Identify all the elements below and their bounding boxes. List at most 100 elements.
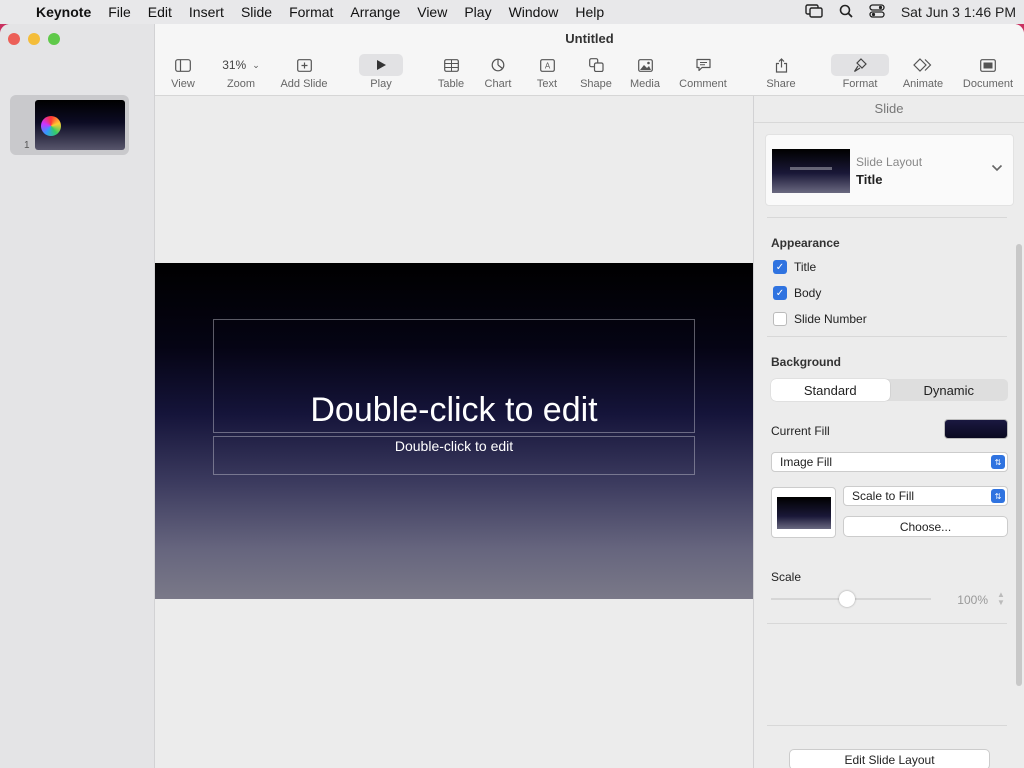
chevron-down-icon: ⌄ bbox=[252, 59, 260, 70]
photo-icon bbox=[627, 54, 663, 76]
add-slide-button[interactable]: Add Slide bbox=[277, 54, 331, 90]
scale-mode-value: Scale to Fill bbox=[852, 489, 915, 503]
inspector-scrollbar[interactable] bbox=[1016, 244, 1022, 686]
fill-type-popup[interactable]: Image Fill ⇅ bbox=[771, 452, 1008, 472]
add-slide-icon bbox=[277, 54, 331, 76]
shape-icon bbox=[578, 54, 614, 76]
zoom-button[interactable]: 31% ⌄ Zoom bbox=[213, 54, 269, 90]
current-fill-label: Current Fill bbox=[771, 424, 830, 438]
slide[interactable]: Double-click to edit Double-click to edi… bbox=[155, 263, 753, 599]
inspector-header: Slide bbox=[754, 96, 1024, 123]
text-box-icon: A bbox=[533, 54, 561, 76]
play-icon bbox=[359, 54, 403, 76]
slide-thumbnail-1[interactable]: 1 bbox=[10, 95, 129, 155]
share-button[interactable]: Share bbox=[763, 54, 799, 90]
body-checkbox-label: Body bbox=[794, 286, 822, 300]
scale-slider-knob[interactable] bbox=[839, 591, 855, 607]
play-button[interactable]: Play bbox=[359, 54, 403, 90]
window-controls bbox=[8, 33, 60, 45]
document-title: Untitled bbox=[565, 31, 614, 46]
current-fill-swatch[interactable] bbox=[944, 419, 1008, 439]
toolbar: Untitled View 31% ⌄ Zoom Add Slide Play T… bbox=[155, 24, 1024, 96]
slide-body-placeholder[interactable]: Double-click to edit bbox=[213, 436, 695, 475]
chart-button[interactable]: Chart bbox=[482, 54, 514, 90]
media-button[interactable]: Media bbox=[627, 54, 663, 90]
minimize-window-button[interactable] bbox=[28, 33, 40, 45]
image-fill-well[interactable] bbox=[771, 487, 836, 538]
menu-edit[interactable]: Edit bbox=[148, 4, 172, 20]
share-icon bbox=[763, 54, 799, 76]
menu-arrange[interactable]: Arrange bbox=[350, 4, 400, 20]
menu-window[interactable]: Window bbox=[509, 4, 559, 20]
slide-thumbnail-image bbox=[35, 100, 125, 150]
menu-bar: Keynote File Edit Insert Slide Format Ar… bbox=[0, 0, 1024, 24]
view-button[interactable]: View bbox=[169, 54, 197, 90]
menu-slide[interactable]: Slide bbox=[241, 4, 272, 20]
menu-bar-clock[interactable]: Sat Jun 3 1:46 PM bbox=[901, 4, 1016, 20]
comment-button[interactable]: Comment bbox=[675, 54, 731, 90]
control-center-icon[interactable] bbox=[869, 3, 885, 21]
appearance-heading: Appearance bbox=[771, 236, 840, 250]
screen-mirroring-icon[interactable] bbox=[805, 3, 823, 21]
background-mode-segmented-control: Standard Dynamic bbox=[771, 379, 1008, 401]
slide-layout-value: Title bbox=[856, 172, 883, 187]
fullscreen-window-button[interactable] bbox=[48, 33, 60, 45]
scale-value-field[interactable]: 100% bbox=[942, 590, 992, 608]
fill-type-value: Image Fill bbox=[780, 455, 833, 469]
slide-layout-thumbnail bbox=[772, 149, 850, 193]
slide-layout-label: Slide Layout bbox=[856, 155, 923, 169]
divider bbox=[767, 623, 1007, 624]
menu-view[interactable]: View bbox=[417, 4, 447, 20]
background-heading: Background bbox=[771, 355, 842, 369]
keynote-window: 1 Untitled View 31% ⌄ Zoom Add Slide Play… bbox=[0, 24, 1024, 768]
title-checkbox-row[interactable]: ✓ Title bbox=[773, 260, 816, 274]
standard-segment[interactable]: Standard bbox=[771, 379, 890, 401]
slide-canvas[interactable]: Double-click to edit Double-click to edi… bbox=[155, 96, 753, 768]
table-icon bbox=[435, 54, 467, 76]
menu-help[interactable]: Help bbox=[575, 4, 604, 20]
choose-image-button[interactable]: Choose... bbox=[843, 516, 1008, 537]
dynamic-segment[interactable]: Dynamic bbox=[890, 379, 1009, 401]
menu-app-keynote[interactable]: Keynote bbox=[36, 4, 91, 20]
slide-number-checkbox-row[interactable]: Slide Number bbox=[773, 312, 867, 326]
edit-slide-layout-button[interactable]: Edit Slide Layout bbox=[789, 749, 990, 768]
image-fill-preview bbox=[777, 497, 831, 529]
menu-play[interactable]: Play bbox=[464, 4, 491, 20]
slide-layout-picker[interactable]: Slide Layout Title bbox=[765, 134, 1014, 206]
paintbrush-icon bbox=[831, 54, 889, 76]
table-button[interactable]: Table bbox=[435, 54, 467, 90]
checkbox-checked-icon[interactable]: ✓ bbox=[773, 286, 787, 300]
divider bbox=[767, 217, 1007, 218]
pie-chart-icon bbox=[482, 54, 514, 76]
document-icon bbox=[959, 54, 1017, 76]
checkbox-checked-icon[interactable]: ✓ bbox=[773, 260, 787, 274]
scale-mode-popup[interactable]: Scale to Fill ⇅ bbox=[843, 486, 1008, 506]
comment-icon bbox=[675, 54, 731, 76]
divider bbox=[767, 725, 1007, 726]
divider bbox=[767, 336, 1007, 337]
menu-format[interactable]: Format bbox=[289, 4, 333, 20]
title-checkbox-label: Title bbox=[794, 260, 817, 274]
slide-number-label: 1 bbox=[24, 140, 30, 151]
animate-button[interactable]: Animate bbox=[899, 54, 947, 90]
shape-button[interactable]: Shape bbox=[578, 54, 614, 90]
format-inspector: Slide Slide Layout Title Appearance ✓ Ti… bbox=[753, 96, 1024, 768]
zoom-value: 31% bbox=[222, 58, 247, 72]
scale-label: Scale bbox=[771, 570, 802, 584]
text-button[interactable]: A Text bbox=[533, 54, 561, 90]
svg-text:A: A bbox=[544, 61, 550, 70]
chevron-down-icon bbox=[991, 161, 1003, 175]
menu-insert[interactable]: Insert bbox=[189, 4, 224, 20]
search-icon[interactable] bbox=[839, 4, 853, 21]
slide-title-placeholder[interactable]: Double-click to edit bbox=[213, 319, 695, 433]
checkbox-unchecked-icon[interactable] bbox=[773, 312, 787, 326]
scale-stepper-icon[interactable]: ▲ ▼ bbox=[995, 590, 1007, 608]
document-button[interactable]: Document bbox=[959, 54, 1017, 90]
menu-bar-status: Sat Jun 3 1:46 PM bbox=[805, 3, 1016, 21]
close-window-button[interactable] bbox=[8, 33, 20, 45]
animate-diamond-icon bbox=[899, 54, 947, 76]
scale-slider[interactable] bbox=[771, 591, 931, 607]
body-checkbox-row[interactable]: ✓ Body bbox=[773, 286, 821, 300]
menu-file[interactable]: File bbox=[108, 4, 131, 20]
format-button[interactable]: Format bbox=[831, 54, 889, 90]
